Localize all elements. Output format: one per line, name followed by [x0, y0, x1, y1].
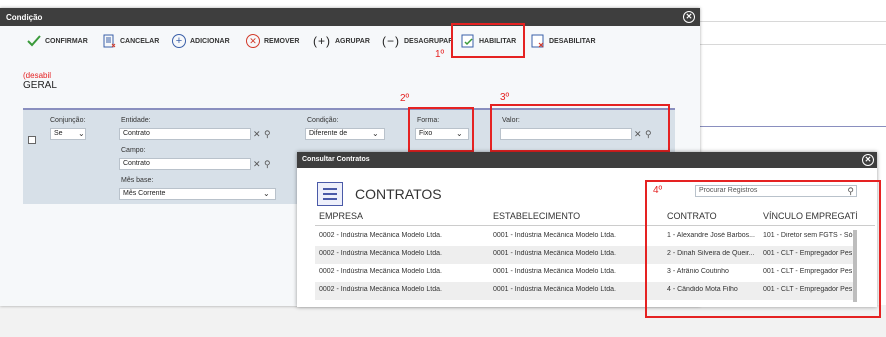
- conjunction-label: Conjunção:: [50, 117, 86, 124]
- x-circle-icon: ✕: [246, 34, 260, 48]
- condition-select[interactable]: Diferente de ⌄: [305, 128, 385, 140]
- column-header-empresa[interactable]: EMPRESA: [319, 211, 363, 221]
- clear-icon[interactable]: ✕: [253, 159, 261, 170]
- plus-circle-icon: +: [172, 34, 186, 48]
- cell-estabelecimento: 0001 - Indústria Mecânica Modelo Ltda.: [493, 268, 616, 275]
- cell-estabelecimento: 0001 - Indústria Mecânica Modelo Ltda.: [493, 232, 616, 239]
- entity-label: Entidade:: [121, 117, 151, 124]
- disable-label: DESABILITAR: [549, 37, 596, 45]
- remove-button[interactable]: ✕ REMOVER: [246, 33, 299, 49]
- base-month-label: Mês base:: [121, 177, 154, 184]
- cell-estabelecimento: 0001 - Indústria Mecânica Modelo Ltda.: [493, 286, 616, 293]
- ungroup-button[interactable]: (−) DESAGRUPAR: [382, 33, 453, 49]
- condition-label: Condição:: [307, 117, 339, 124]
- lookup-dialog-titlebar: Consultar Contratos ✕: [297, 152, 877, 168]
- base-month-value: Mês Corrente: [123, 190, 166, 197]
- highlight-box-1: [451, 23, 525, 58]
- clipboard-cancel-icon: [102, 34, 116, 48]
- entity-value: Contrato: [123, 130, 150, 137]
- chevron-down-icon: ⌄: [372, 129, 379, 138]
- ungroup-icon: (−): [382, 34, 400, 48]
- confirm-button[interactable]: CONFIRMAR: [27, 33, 88, 49]
- cancel-label: CANCELAR: [120, 37, 160, 45]
- add-label: ADICIONAR: [190, 37, 230, 45]
- step-number-1: 1º: [435, 49, 445, 60]
- cancel-button[interactable]: CANCELAR: [102, 33, 159, 49]
- group-button[interactable]: (+) AGRUPAR: [313, 33, 370, 49]
- cell-empresa: 0002 - Indústria Mecânica Modelo Ltda.: [319, 268, 442, 275]
- list-icon: [317, 182, 343, 206]
- conjunction-value: Se: [54, 130, 63, 137]
- clear-icon[interactable]: ✕: [253, 129, 261, 140]
- step-number-2: 2º: [400, 93, 410, 104]
- conjunction-select[interactable]: Se ⌄: [50, 128, 86, 140]
- condition-dialog-title: Condição: [6, 13, 43, 22]
- background-divider: [700, 21, 886, 22]
- field-label: Campo:: [121, 147, 146, 154]
- cell-estabelecimento: 0001 - Indústria Mecânica Modelo Ltda.: [493, 250, 616, 257]
- field-value: Contrato: [123, 160, 150, 167]
- highlight-box-3: [490, 104, 670, 152]
- section-title: GERAL: [23, 80, 57, 91]
- confirm-label: CONFIRMAR: [45, 37, 88, 45]
- highlight-box-2: [408, 107, 474, 152]
- add-button[interactable]: + ADICIONAR: [172, 33, 230, 49]
- column-header-estabelecimento[interactable]: ESTABELECIMENTO: [493, 211, 580, 221]
- chevron-down-icon: ⌄: [263, 189, 270, 198]
- field-input[interactable]: Contrato: [119, 158, 251, 170]
- lookup-dialog-title: Consultar Contratos: [302, 156, 370, 163]
- cell-empresa: 0002 - Indústria Mecânica Modelo Ltda.: [319, 286, 442, 293]
- highlight-box-4: [645, 180, 881, 318]
- group-label: AGRUPAR: [335, 37, 370, 45]
- search-icon[interactable]: ⚲: [264, 159, 271, 170]
- condition-dialog-titlebar: Condição ✕: [0, 8, 700, 26]
- step-number-4: 4º: [653, 185, 663, 196]
- cell-empresa: 0002 - Indústria Mecânica Modelo Ltda.: [319, 232, 442, 239]
- row-checkbox[interactable]: [28, 136, 36, 144]
- base-month-select[interactable]: Mês Corrente ⌄: [119, 188, 276, 200]
- lookup-heading: CONTRATOS: [355, 186, 442, 202]
- close-icon[interactable]: ✕: [683, 11, 695, 23]
- close-icon[interactable]: ✕: [862, 154, 874, 166]
- chevron-down-icon: ⌄: [78, 129, 85, 138]
- remove-label: REMOVER: [264, 37, 300, 45]
- cell-empresa: 0002 - Indústria Mecânica Modelo Ltda.: [319, 250, 442, 257]
- entity-field[interactable]: Contrato: [119, 128, 251, 140]
- ungroup-label: DESAGRUPAR: [404, 37, 454, 45]
- disable-button[interactable]: DESABILITAR: [531, 33, 596, 49]
- desabilitar-icon: [531, 34, 545, 48]
- step-number-3: 3º: [500, 92, 510, 103]
- background-divider: [700, 126, 886, 127]
- condition-value: Diferente de: [309, 130, 348, 137]
- check-icon: [27, 34, 41, 48]
- search-icon[interactable]: ⚲: [264, 129, 271, 140]
- group-icon: (+): [313, 34, 331, 48]
- disabled-warning: (desabil: [23, 71, 52, 80]
- background-divider: [700, 44, 886, 45]
- toolbar: CONFIRMAR CANCELAR + ADICIONAR ✕ REMOVER…: [0, 26, 700, 56]
